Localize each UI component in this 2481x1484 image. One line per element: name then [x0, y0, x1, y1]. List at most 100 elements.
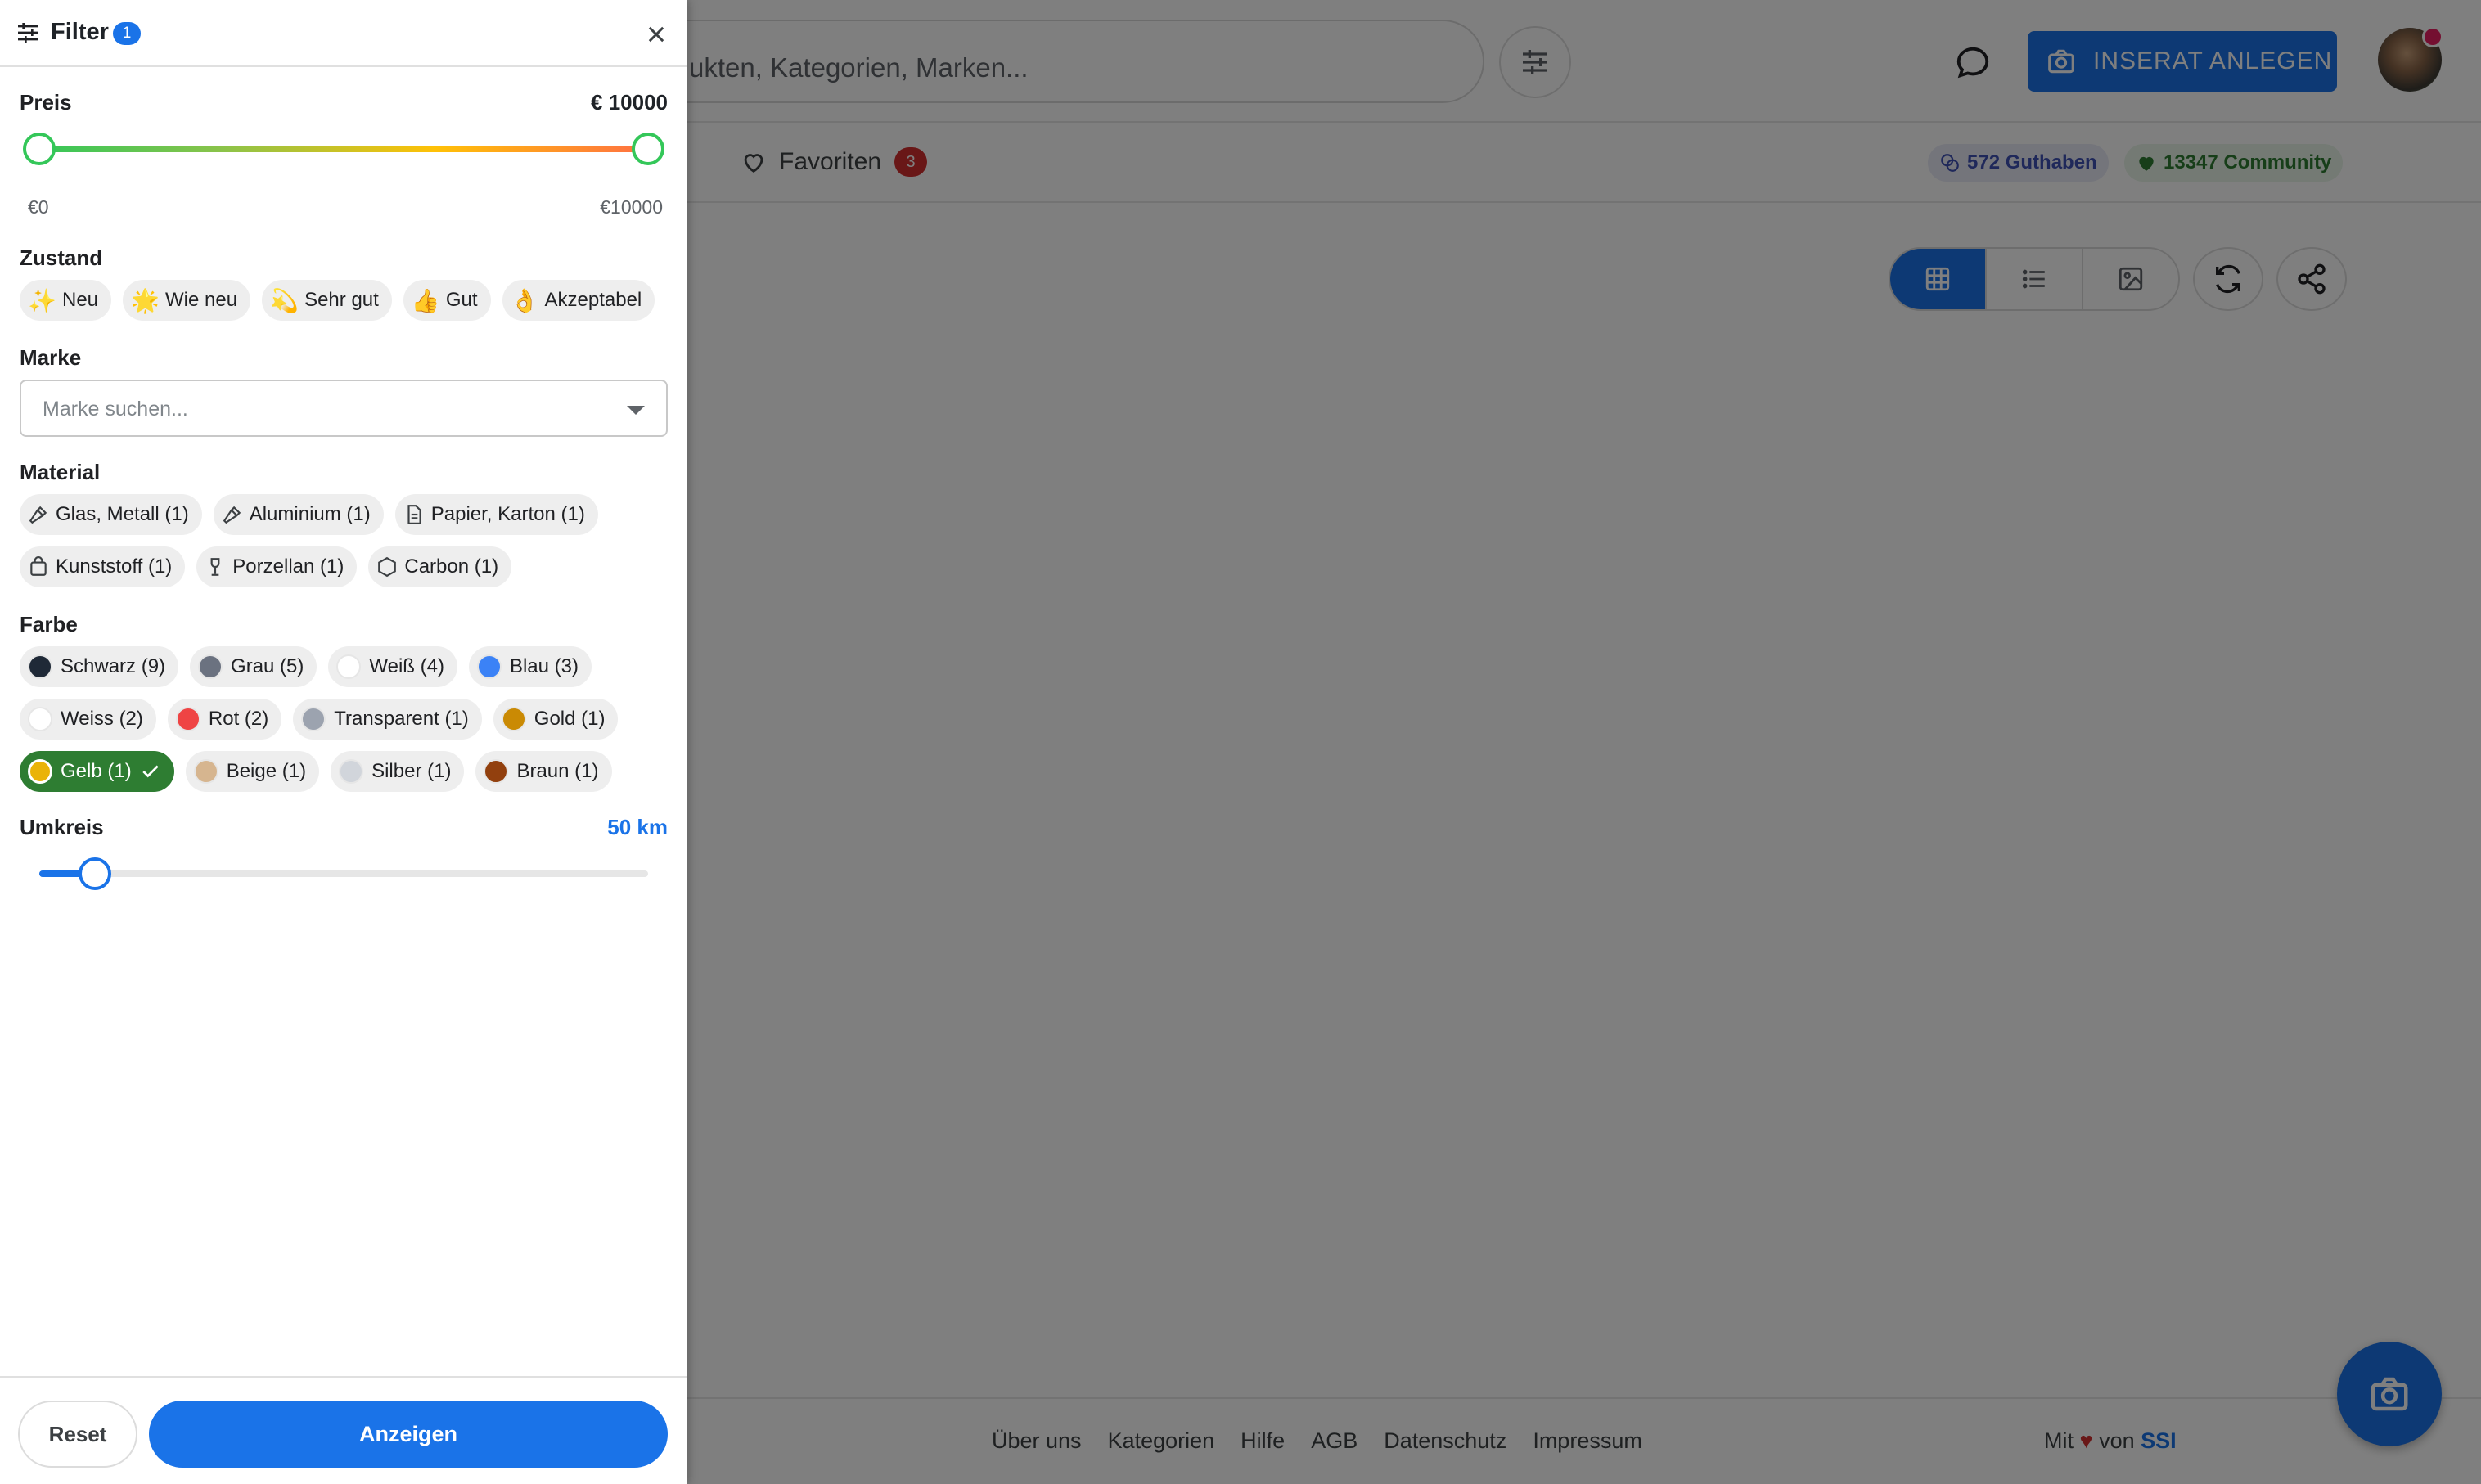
- apply-filter-button[interactable]: Anzeigen: [149, 1401, 668, 1468]
- color-swatch: [336, 654, 362, 679]
- price-min-label: €0: [28, 196, 49, 218]
- active-filter-count-badge: 1: [113, 22, 141, 45]
- chip-label: Gut: [445, 289, 478, 311]
- material-chip-carbon[interactable]: Carbon (1): [368, 546, 512, 587]
- color-chip-yellow-selected[interactable]: Gelb (1): [20, 751, 174, 792]
- hammer-icon: [223, 506, 241, 524]
- chip-label: Aluminium (1): [249, 503, 371, 525]
- chip-label: Silber (1): [371, 760, 452, 782]
- color-swatch: [198, 654, 223, 679]
- close-icon[interactable]: [645, 23, 668, 46]
- color-swatch: [476, 654, 502, 679]
- color-swatch: [301, 707, 326, 731]
- chip-label: Grau (5): [231, 655, 304, 677]
- filter-title: Filter: [51, 19, 109, 45]
- chip-label: Weiß (4): [369, 655, 444, 677]
- chip-label: Wie neu: [165, 289, 238, 311]
- material-chip-plastic[interactable]: Kunststoff (1): [20, 546, 186, 587]
- color-swatch: [193, 759, 218, 784]
- filter-drawer: Filter 1 Preis € 10000 €0 €10000 Zustand…: [0, 0, 687, 1484]
- color-chip-grey[interactable]: Grau (5): [190, 646, 317, 687]
- ok-hand-icon: 👌: [510, 287, 539, 313]
- chip-label: Gelb (1): [61, 760, 132, 782]
- filter-footer: Reset Anzeigen: [0, 1376, 687, 1484]
- material-chip-glass-metal[interactable]: Glas, Metall (1): [20, 494, 202, 535]
- color-label: Farbe: [20, 612, 78, 636]
- price-max-label: €10000: [600, 196, 663, 218]
- tune-icon: [18, 23, 38, 43]
- radius-slider-track[interactable]: [39, 870, 648, 877]
- condition-chips: ✨ Neu 🌟 Wie neu 💫 Sehr gut 👍 Gut 👌 Akzeptabel: [20, 280, 655, 321]
- color-chips-row-1: Schwarz (9) Grau (5) Weiß (4) Blau (3): [20, 646, 592, 687]
- check-icon: [142, 765, 159, 778]
- color-chip-red[interactable]: Rot (2): [167, 699, 282, 740]
- material-label: Material: [20, 460, 101, 484]
- chip-label: Beige (1): [226, 760, 307, 782]
- color-swatch: [28, 654, 52, 679]
- color-chip-brown[interactable]: Braun (1): [475, 751, 612, 792]
- color-swatch: [28, 707, 52, 731]
- chip-label: Sehr gut: [304, 289, 379, 311]
- brand-label: Marke: [20, 345, 82, 370]
- thumbs-up-icon: 👍: [411, 287, 440, 313]
- radius-value: 50 km: [607, 815, 668, 839]
- chip-label: Papier, Karton (1): [430, 503, 585, 525]
- reset-button[interactable]: Reset: [18, 1401, 137, 1468]
- condition-label: Zustand: [20, 245, 103, 270]
- color-chip-white-2[interactable]: Weiss (2): [20, 699, 156, 740]
- color-chips-row-3: Gelb (1) Beige (1) Silber (1) Braun (1): [20, 751, 612, 792]
- color-swatch: [339, 759, 364, 784]
- chevron-down-icon: [627, 406, 645, 415]
- dizzy-icon: 💫: [270, 287, 299, 313]
- condition-chip-very-good[interactable]: 💫 Sehr gut: [262, 280, 392, 321]
- color-swatch: [175, 707, 200, 731]
- chip-label: Neu: [62, 289, 99, 311]
- condition-chip-good[interactable]: 👍 Gut: [403, 280, 491, 321]
- condition-chip-acceptable[interactable]: 👌 Akzeptabel: [502, 280, 655, 321]
- color-swatch: [501, 707, 526, 731]
- condition-chip-new[interactable]: ✨ Neu: [20, 280, 112, 321]
- material-chip-paper[interactable]: Papier, Karton (1): [394, 494, 598, 535]
- chip-label: Weiss (2): [61, 708, 143, 730]
- chip-label: Transparent (1): [334, 708, 469, 730]
- radius-slider-thumb[interactable]: [79, 857, 111, 890]
- material-chip-aluminium[interactable]: Aluminium (1): [213, 494, 384, 535]
- chip-label: Kunststoff (1): [56, 555, 173, 578]
- filter-header: Filter 1: [0, 0, 687, 67]
- chip-label: Rot (2): [208, 708, 269, 730]
- chip-label: Glas, Metall (1): [56, 503, 189, 525]
- price-slider-track[interactable]: [39, 146, 648, 152]
- brand-search-select[interactable]: Marke suchen...: [20, 380, 668, 437]
- chip-label: Gold (1): [534, 708, 606, 730]
- color-chip-black[interactable]: Schwarz (9): [20, 646, 179, 687]
- hammer-icon: [29, 506, 47, 524]
- color-chip-gold[interactable]: Gold (1): [493, 699, 619, 740]
- color-swatch: [484, 759, 509, 784]
- brand-placeholder: Marke suchen...: [43, 398, 188, 420]
- star-icon: 🌟: [131, 287, 160, 313]
- radius-label: Umkreis: [20, 815, 104, 839]
- color-chip-silver[interactable]: Silber (1): [331, 751, 465, 792]
- chip-label: Akzeptabel: [544, 289, 642, 311]
- chip-label: Porzellan (1): [232, 555, 344, 578]
- price-min-thumb[interactable]: [23, 133, 56, 165]
- color-swatch: [28, 759, 52, 784]
- material-chips-row-2: Kunststoff (1) Porzellan (1) Carbon (1): [20, 546, 512, 587]
- material-chip-porcelain[interactable]: Porzellan (1): [196, 546, 358, 587]
- color-chips-row-2: Weiss (2) Rot (2) Transparent (1) Gold (…: [20, 699, 619, 740]
- condition-chip-like-new[interactable]: 🌟 Wie neu: [123, 280, 251, 321]
- color-chip-blue[interactable]: Blau (3): [468, 646, 592, 687]
- document-icon: [407, 505, 421, 524]
- sparkles-icon: ✨: [28, 287, 56, 313]
- color-chip-white[interactable]: Weiß (4): [328, 646, 457, 687]
- color-chip-transparent[interactable]: Transparent (1): [293, 699, 482, 740]
- chip-label: Braun (1): [516, 760, 599, 782]
- price-label: Preis: [20, 90, 72, 115]
- material-chips-row-1: Glas, Metall (1) Aluminium (1) Papier, K…: [20, 494, 598, 535]
- chip-label: Carbon (1): [404, 555, 499, 578]
- hexagon-icon: [378, 556, 397, 578]
- price-max-thumb[interactable]: [632, 133, 664, 165]
- chip-label: Schwarz (9): [61, 655, 166, 677]
- bag-icon: [30, 556, 47, 576]
- color-chip-beige[interactable]: Beige (1): [185, 751, 320, 792]
